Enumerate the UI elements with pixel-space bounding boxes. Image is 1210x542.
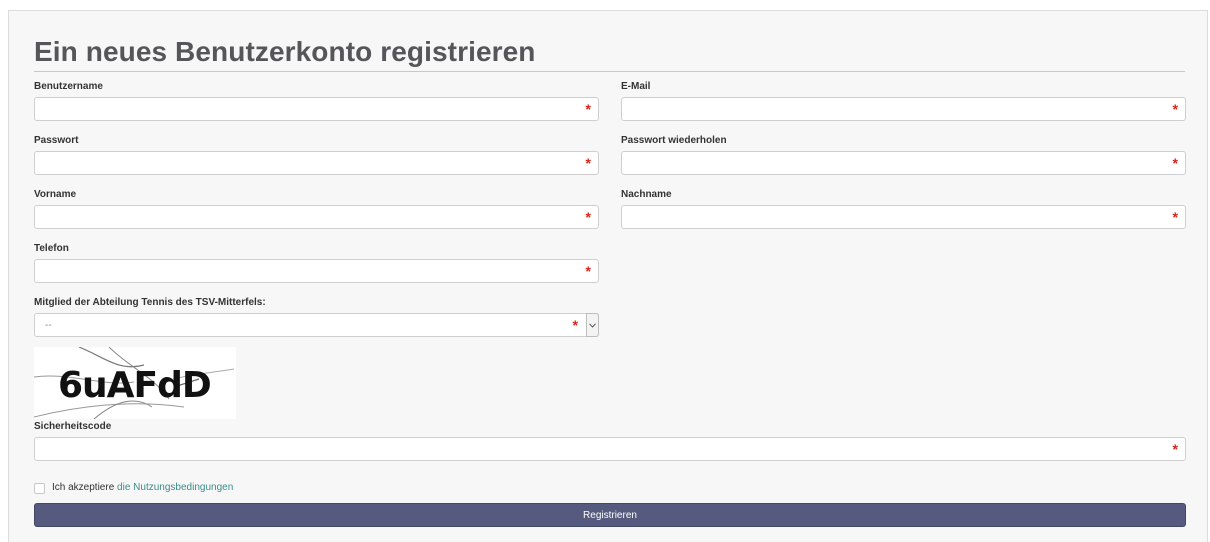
password-repeat-label: Passwort wiederholen <box>621 135 727 146</box>
asterisk-icon: * <box>585 209 591 225</box>
password-input[interactable] <box>35 152 574 174</box>
asterisk-icon: * <box>585 263 591 279</box>
password-label: Passwort <box>34 135 79 146</box>
page-title: Ein neues Benutzerkonto registrieren <box>34 36 536 67</box>
title-divider <box>34 71 1185 72</box>
registration-panel: Ein neues Benutzerkonto registrieren Ben… <box>8 10 1208 542</box>
asterisk-icon: * <box>572 317 578 333</box>
membership-select[interactable]: -- * <box>34 313 599 337</box>
username-field[interactable]: * <box>34 97 599 121</box>
asterisk-icon: * <box>585 155 591 171</box>
asterisk-icon: * <box>1172 209 1178 225</box>
captcha-graphic: 6uAFdD <box>33 346 235 420</box>
username-label: Benutzername <box>34 81 103 92</box>
first-name-field[interactable]: * <box>34 205 599 229</box>
last-name-input[interactable] <box>622 206 1161 228</box>
email-input[interactable] <box>622 98 1161 120</box>
captcha-image: 6uAFdD <box>33 346 236 420</box>
terms-prefix: Ich akzeptiere <box>52 482 115 493</box>
first-name-input[interactable] <box>35 206 574 228</box>
phone-input[interactable] <box>35 260 574 282</box>
security-code-field[interactable]: * <box>34 437 1186 461</box>
email-label: E-Mail <box>621 81 651 92</box>
security-code-label: Sicherheitscode <box>34 421 112 432</box>
password-repeat-input[interactable] <box>622 152 1161 174</box>
membership-label: Mitglied der Abteilung Tennis des TSV-Mi… <box>34 297 266 308</box>
password-field[interactable]: * <box>34 151 599 175</box>
phone-field[interactable]: * <box>34 259 599 283</box>
captcha-text: 6uAFdD <box>58 365 211 406</box>
asterisk-icon: * <box>1172 101 1178 117</box>
password-repeat-field[interactable]: * <box>621 151 1186 175</box>
email-field[interactable]: * <box>621 97 1186 121</box>
last-name-label: Nachname <box>621 189 672 200</box>
terms-text: Ich akzeptiere die Nutzungsbedingungen <box>52 482 233 493</box>
register-button[interactable]: Registrieren <box>34 503 1186 527</box>
phone-label: Telefon <box>34 243 69 254</box>
asterisk-icon: * <box>585 101 591 117</box>
last-name-field[interactable]: * <box>621 205 1186 229</box>
username-input[interactable] <box>35 98 574 120</box>
asterisk-icon: * <box>1172 155 1178 171</box>
first-name-label: Vorname <box>34 189 77 200</box>
security-code-input[interactable] <box>35 438 1161 460</box>
membership-selected-value: -- <box>45 320 52 331</box>
terms-checkbox[interactable] <box>34 483 45 494</box>
asterisk-icon: * <box>1172 441 1178 457</box>
terms-link[interactable]: die Nutzungsbedingungen <box>117 482 233 493</box>
chevron-down-icon[interactable] <box>586 313 599 337</box>
